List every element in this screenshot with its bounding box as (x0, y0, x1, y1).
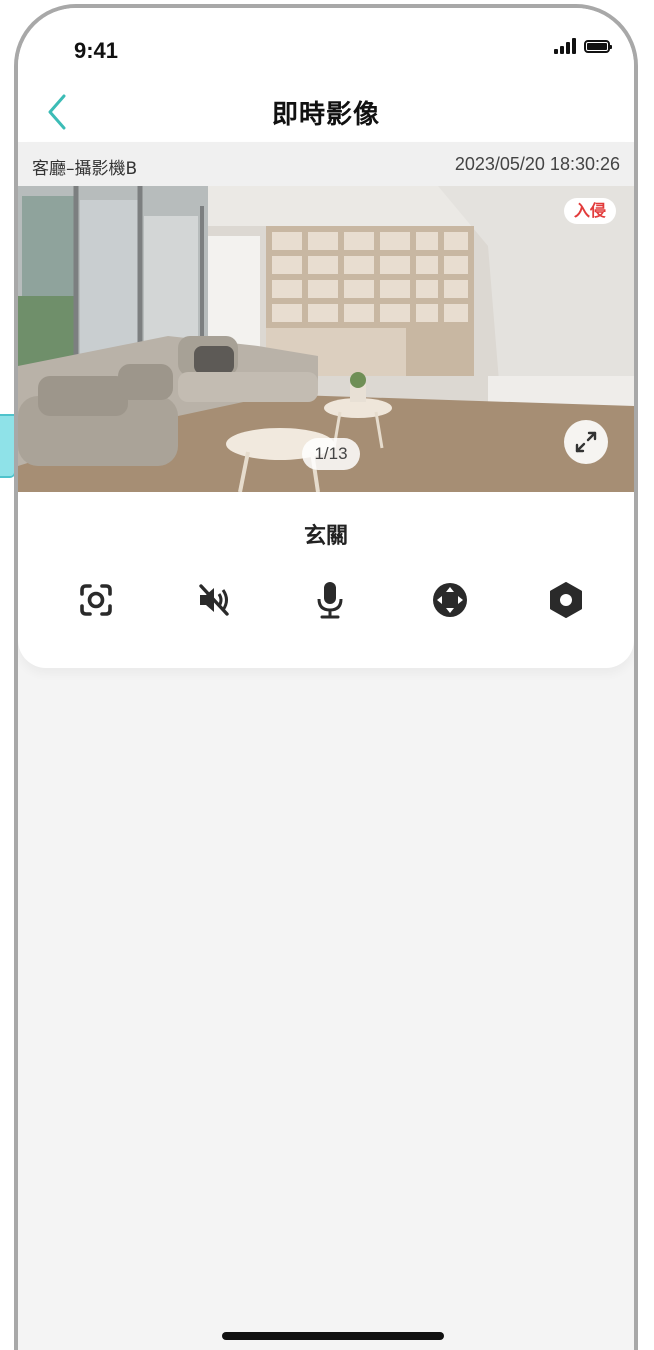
screenshot-icon (80, 584, 112, 616)
camera-controls (18, 572, 634, 628)
signal-icon (554, 38, 576, 54)
expand-icon (575, 431, 597, 453)
camera-name: 客廳–攝影機B (32, 159, 138, 179)
settings-button[interactable] (538, 572, 594, 628)
phone-frame: 9:41 即時影像 客廳–攝影機B 2023/05/20 18:30:26 入侵… (14, 4, 638, 1350)
live-video-feed[interactable]: 入侵 1/13 (18, 186, 634, 492)
page-counter: 1/13 (302, 438, 360, 470)
page-title: 即時影像 (271, 100, 380, 130)
ptz-direction-icon (433, 583, 467, 617)
settings-hex-icon (550, 582, 582, 618)
mute-icon (199, 584, 229, 616)
home-indicator[interactable] (222, 1332, 444, 1340)
battery-icon (584, 39, 612, 53)
camera-card: 客廳–攝影機B 2023/05/20 18:30:26 入侵 1/13 玄關 (18, 142, 634, 668)
screenshot-button[interactable] (68, 572, 124, 628)
status-icons (554, 38, 612, 54)
camera-timestamp: 2023/05/20 18:30:26 (454, 154, 620, 174)
fullscreen-button[interactable] (564, 420, 608, 464)
intrusion-alert-badge: 入侵 (563, 198, 616, 224)
mute-button[interactable] (186, 572, 242, 628)
microphone-button[interactable] (302, 572, 358, 628)
status-time: 9:41 (74, 38, 119, 63)
top-bar: 9:41 即時影像 (18, 8, 634, 142)
ptz-direction-button[interactable] (422, 572, 478, 628)
room-label: 玄關 (303, 524, 348, 549)
microphone-icon (317, 582, 343, 619)
camera-info-bar: 客廳–攝影機B 2023/05/20 18:30:26 (18, 142, 634, 186)
